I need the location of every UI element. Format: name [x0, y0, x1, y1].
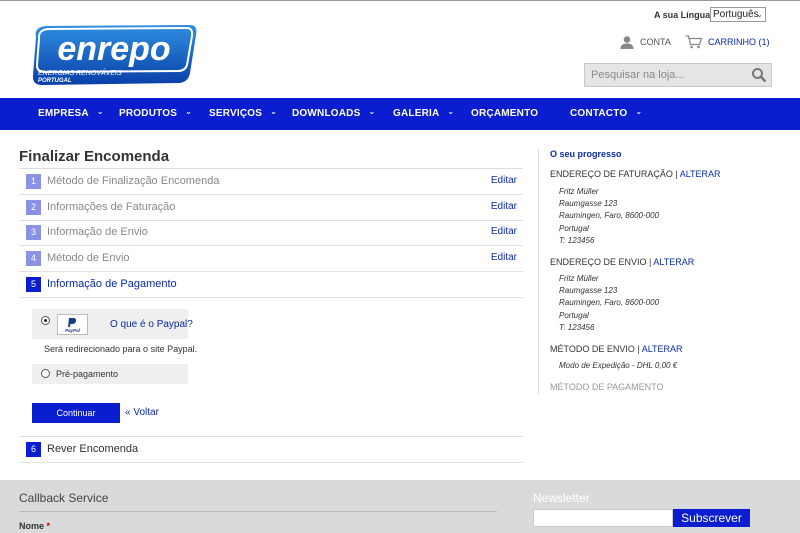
enrepo-logo[interactable]: enrepo ENERGIAS RENOVÁVEIS PORTUGAL — [30, 23, 198, 87]
checkout-step-6[interactable]: 6 Rever Encomenda — [19, 437, 523, 463]
chevron-down-icon: ⌄ — [270, 107, 278, 116]
change-shipping-link[interactable]: ALTERAR — [653, 257, 694, 267]
prepayment-radio[interactable] — [41, 369, 50, 378]
billing-address-line: Raumingen, Faro, 8600-000 — [559, 211, 660, 220]
step-label: Informação de Envio — [47, 226, 148, 238]
prepayment-label: Pré-pagamento — [56, 369, 119, 379]
billing-address-line: Portugal — [559, 224, 589, 233]
edit-link[interactable]: Editar — [491, 201, 517, 212]
chevron-down-icon: ⌄ — [185, 107, 192, 116]
billing-address-line: Fritz Müller — [559, 187, 599, 196]
cart-link[interactable]: CARRINHO (1) — [685, 34, 770, 50]
required-mark: * — [46, 521, 51, 531]
checkout-step-5[interactable]: 5 Informação de Pagamento — [19, 272, 523, 298]
step-label: Método de Envio — [47, 252, 130, 264]
main-nav: EMPRESA ⌄ PRODUTOS ⌄ SERVIÇOS ⌄ DOWNLOADS ⌄ … — [0, 98, 800, 130]
checkout-step-1[interactable]: 1 Método de Finalização Encomenda Editar — [19, 169, 523, 195]
shipping-address-line: Raumingen, Faro, 8600-000 — [559, 298, 660, 307]
account-label: CONTA — [640, 37, 671, 47]
step-number: 3 — [26, 225, 41, 240]
search-icon[interactable] — [751, 67, 767, 83]
step-number: 4 — [26, 251, 41, 266]
checkout-step-3[interactable]: 3 Informação de Envio Editar — [19, 220, 523, 246]
step-label: Informação de Pagamento — [47, 278, 177, 290]
step-label: Informações de Faturação — [47, 201, 176, 213]
progress-title: O seu progresso — [550, 149, 622, 159]
nav-item-orcamento[interactable]: ORÇAMENTO — [471, 98, 538, 130]
search-placeholder: Pesquisar na loja... — [591, 69, 685, 81]
chevron-down-icon: ⌄ — [368, 107, 376, 116]
shipping-address-line: Raumgasse 123 — [559, 286, 618, 295]
chevron-down-icon: ⌄ — [447, 107, 455, 116]
shipping-address-line: T: 123456 — [559, 323, 595, 332]
subscribe-button[interactable]: Subscrever — [673, 509, 750, 527]
cart-icon — [685, 35, 703, 49]
logo-country: PORTUGAL — [38, 78, 72, 84]
nav-item-servicos[interactable]: SERVIÇOS ⌄ — [209, 98, 277, 130]
logo-wordmark: enrepo — [57, 30, 170, 68]
newsletter-email-input[interactable] — [533, 509, 673, 527]
nav-item-downloads[interactable]: DOWNLOADS ⌄ — [292, 98, 375, 130]
callback-title: Callback Service — [19, 491, 109, 505]
chevron-down-icon: ⌄ — [96, 107, 104, 116]
paypal-redirect-note: Será redirecionado para o site Paypal. — [44, 344, 198, 354]
step-number: 2 — [26, 200, 41, 215]
payment-method-heading: MÉTODO DE PAGAMENTO — [550, 382, 664, 392]
account-link[interactable]: CONTA — [620, 34, 671, 50]
svg-text:PayPal: PayPal — [65, 328, 81, 333]
shipping-method-heading: MÉTODO DE ENVIO | ALTERAR — [550, 344, 683, 354]
newsletter-title: Newsletter — [533, 491, 590, 505]
checkout-step-4[interactable]: 4 Método de Envio Editar — [19, 246, 523, 272]
what-is-paypal-link[interactable]: O que é o Paypal? — [110, 319, 193, 330]
shipping-method-value: Modo de Expedição - DHL 0,00 € — [559, 361, 678, 370]
search-input[interactable]: Pesquisar na loja... — [584, 63, 772, 87]
language-select[interactable]: Português ⌄ — [710, 7, 766, 22]
billing-address-line: T: 123456 — [559, 236, 595, 245]
step-label: Rever Encomenda — [47, 443, 139, 455]
name-field-label: Nome * — [19, 521, 51, 531]
step-label: Método de Finalização Encomenda — [47, 175, 220, 187]
continue-button[interactable]: Continuar — [32, 403, 120, 423]
nav-item-produtos[interactable]: PRODUTOS ⌄ — [119, 98, 192, 130]
checkout-step-2[interactable]: 2 Informações de Faturação Editar — [19, 195, 523, 221]
nav-item-empresa[interactable]: EMPRESA ⌄ — [38, 98, 104, 130]
callback-divider — [19, 511, 497, 512]
change-billing-link[interactable]: ALTERAR — [680, 169, 721, 179]
logo-subtitle: ENERGIAS RENOVÁVEIS — [38, 68, 122, 77]
back-link[interactable]: « Voltar — [125, 407, 159, 418]
shipping-address-line: Portugal — [559, 311, 589, 320]
chevron-down-icon: ⌄ — [635, 107, 643, 116]
sidebar-divider — [538, 148, 539, 394]
nav-item-contacto[interactable]: CONTACTO ⌄ — [570, 98, 642, 130]
paypal-logo: PayPal — [57, 314, 88, 335]
chevron-down-icon: ⌄ — [756, 10, 763, 19]
language-label: A sua Língua: — [654, 10, 714, 20]
cart-label: CARRINHO (1) — [708, 37, 770, 47]
billing-address-line: Raumgasse 123 — [559, 199, 618, 208]
language-selected-value: Português — [713, 9, 759, 20]
change-shipping-method-link[interactable]: ALTERAR — [642, 344, 683, 354]
edit-link[interactable]: Editar — [491, 175, 517, 186]
step-number: 1 — [26, 174, 41, 189]
page-title: Finalizar Encomenda — [19, 148, 170, 165]
billing-address-heading: ENDEREÇO DE FATURAÇÃO | ALTERAR — [550, 169, 721, 179]
step-number: 6 — [26, 442, 41, 457]
payment-option-prepayment[interactable]: Pré-pagamento — [32, 364, 188, 384]
shipping-address-line: Fritz Müller — [559, 274, 599, 283]
shipping-address-heading: ENDEREÇO DE ENVIO | ALTERAR — [550, 257, 695, 267]
edit-link[interactable]: Editar — [491, 226, 517, 237]
nav-item-galeria[interactable]: GALERIA ⌄ — [393, 98, 454, 130]
user-icon — [620, 36, 634, 49]
edit-link[interactable]: Editar — [491, 252, 517, 263]
step-number: 5 — [26, 277, 41, 292]
paypal-radio[interactable] — [41, 316, 50, 325]
